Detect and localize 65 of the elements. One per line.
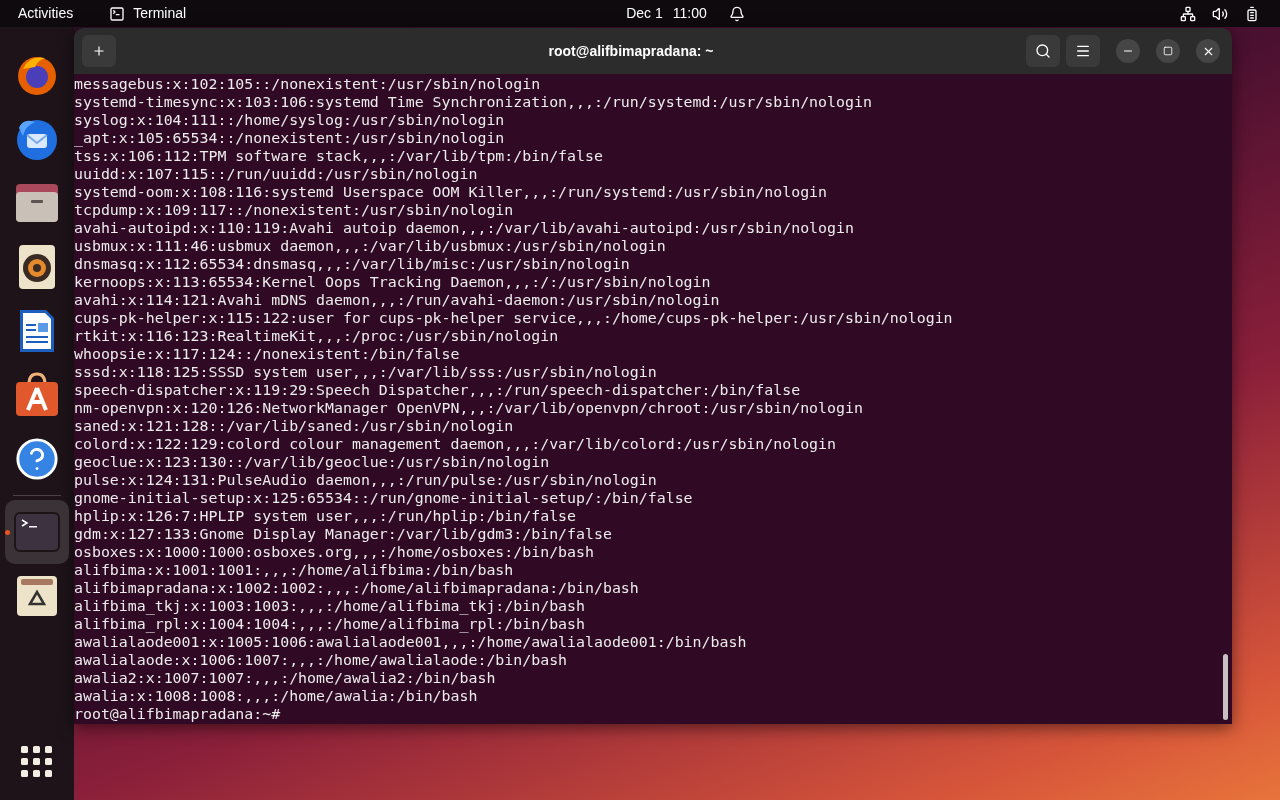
terminal-line: avahi:x:114:121:Avahi mDNS daemon,,,:/run/avahi-daemon:/usr/sbin/nologin <box>74 291 721 309</box>
add-tab-icon <box>92 44 106 58</box>
document-icon <box>18 308 56 354</box>
search-button[interactable] <box>1026 35 1060 67</box>
terminal-line: messagebus:x:102:105::/nonexistent:/usr/sbin/nologin <box>74 75 542 93</box>
network-icon[interactable] <box>1180 5 1196 22</box>
terminal-line: uuidd:x:107:115::/run/uuidd:/usr/sbin/nologin <box>74 165 479 183</box>
terminal-line: alifbima:x:1001:1001:,,,:/home/alifbima:/bin/bash <box>74 561 515 579</box>
terminal-line: cups-pk-helper:x:115:122:user for cups-pk-helper service,,,:/home/cups-pk-helper:/usr/sbin/nologin <box>74 309 954 327</box>
new-tab-button[interactable] <box>82 35 116 67</box>
terminal-line: colord:x:122:129:colord colour management daemon,,,:/var/lib/colord:/usr/sbin/nologin <box>74 435 838 453</box>
terminal-line: sssd:x:118:125:SSSD system user,,,:/var/lib/sss:/usr/sbin/nologin <box>74 363 658 381</box>
shopping-bag-icon <box>14 372 60 418</box>
speaker-icon <box>18 244 56 290</box>
terminal-line: dnsmasq:x:112:65534:dnsmasq,,,:/var/lib/misc:/usr/sbin/nologin <box>74 255 631 273</box>
recycle-bin-icon <box>15 574 59 618</box>
terminal-line: awalia:x:1008:1008:,,,:/home/awalia:/bin/bash <box>74 687 479 705</box>
notification-bell-icon[interactable] <box>728 5 745 22</box>
terminal-line: osboxes:x:1000:1000:osboxes.org,,,:/home/osboxes:/bin/bash <box>74 543 595 561</box>
terminal-line: geoclue:x:123:130::/var/lib/geoclue:/usr/sbin/nologin <box>74 453 551 471</box>
terminal-line: syslog:x:104:111::/home/syslog:/usr/sbin/nologin <box>74 111 506 129</box>
time-text[interactable]: 11:00 <box>672 3 707 24</box>
terminal-line: tss:x:106:112:TPM software stack,,,:/var/lib/tpm:/bin/false <box>74 147 604 165</box>
terminal-line: gdm:x:127:133:Gnome Display Manager:/var/lib/gdm3:/bin/false <box>74 525 613 543</box>
search-icon <box>1035 43 1051 59</box>
maximize-button[interactable] <box>1156 39 1180 63</box>
menu-icon <box>1075 43 1091 59</box>
terminal-line: gnome-initial-setup:x:125:65534::/run/gnome-initial-setup/:/bin/false <box>74 489 694 507</box>
date-text[interactable]: Dec 1 <box>626 3 663 24</box>
terminal-line: saned:x:121:128::/var/lib/saned:/usr/sbin/nologin <box>74 417 515 435</box>
battery-icon[interactable] <box>1244 5 1260 22</box>
terminal-line: hplip:x:126:7:HPLIP system user,,,:/run/hplip:/bin/false <box>74 507 578 525</box>
terminal-line: awalialaode001:x:1005:1006:awalialaode001,,,:/home/awalialaode001:/bin/bash <box>74 633 748 651</box>
terminal-line: alifbimapradana:x:1002:1002:,,,:/home/alifbimapradana:/bin/bash <box>74 579 640 597</box>
terminal-line: usbmux:x:111:46:usbmux daemon,,,:/var/lib/usbmux:/usr/sbin/nologin <box>74 237 667 255</box>
terminal-line: systemd-timesync:x:103:106:systemd Time Synchronization,,,:/run/systemd:/usr/sbin/nologin <box>74 93 873 111</box>
terminal-line: awalialaode:x:1006:1007:,,,:/home/awalialaode:/bin/bash <box>74 651 569 669</box>
activities-button[interactable]: Activities <box>18 3 74 24</box>
terminal-line: nm-openvpn:x:120:126:NetworkManager OpenVPN,,,:/var/lib/openvpn/chroot:/usr/sbin/nologin <box>74 399 864 417</box>
terminal-line: rtkit:x:116:123:RealtimeKit,,,:/proc:/usr/sbin/nologin <box>74 327 560 345</box>
close-button[interactable] <box>1196 39 1220 63</box>
window-title: root@alifbimapradana: ~ <box>548 41 714 61</box>
terminal-line: awalia2:x:1007:1007:,,,:/home/awalia2:/bin/bash <box>74 669 497 687</box>
terminal-line: avahi-autoipd:x:110:119:Avahi autoip daemon,,,:/var/lib/avahi-autoipd:/usr/sbin/nologin <box>74 219 855 237</box>
maximize-icon <box>1163 46 1173 56</box>
terminal-line: pulse:x:124:131:PulseAudio daemon,,,:/run/pulse:/usr/sbin/nologin <box>74 471 658 489</box>
terminal-line: tcpdump:x:109:117::/nonexistent:/usr/sbin/nologin <box>74 201 515 219</box>
terminal-line: _apt:x:105:65534::/nonexistent:/usr/sbin/nologin <box>74 129 506 147</box>
terminal-icon <box>109 5 126 22</box>
terminal-line: speech-dispatcher:x:119:29:Speech Dispatcher,,,:/run/speech-dispatcher:/bin/false <box>74 381 802 399</box>
menu-button[interactable] <box>1066 35 1100 67</box>
scrollbar-thumb[interactable] <box>1222 654 1228 720</box>
terminal-line: whoopsie:x:117:124::/nonexistent:/bin/false <box>74 345 461 363</box>
terminal-line: alifbima_tkj:x:1003:1003:,,,:/home/alifbima_tkj:/bin/bash <box>74 597 586 615</box>
terminal-line: alifbima_rpl:x:1004:1004:,,,:/home/alifbima_rpl:/bin/bash <box>74 615 586 633</box>
app-grid-icon[interactable] <box>21 746 53 778</box>
terminal-prompt: root@alifbimapradana:~# <box>74 705 282 723</box>
minimize-button[interactable] <box>1116 39 1140 63</box>
app-name[interactable]: Terminal <box>133 3 187 24</box>
terminal-icon <box>14 512 60 552</box>
terminal-line: kernoops:x:113:65534:Kernel Oops Tracking Daemon,,,:/:/usr/sbin/nologin <box>74 273 712 291</box>
volume-icon[interactable] <box>1212 5 1228 22</box>
help-icon <box>14 436 60 482</box>
terminal-line: systemd-oom:x:108:116:systemd Userspace OOM Killer,,,:/run/systemd:/usr/sbin/nologin <box>74 183 829 201</box>
folder-icon <box>14 182 60 224</box>
